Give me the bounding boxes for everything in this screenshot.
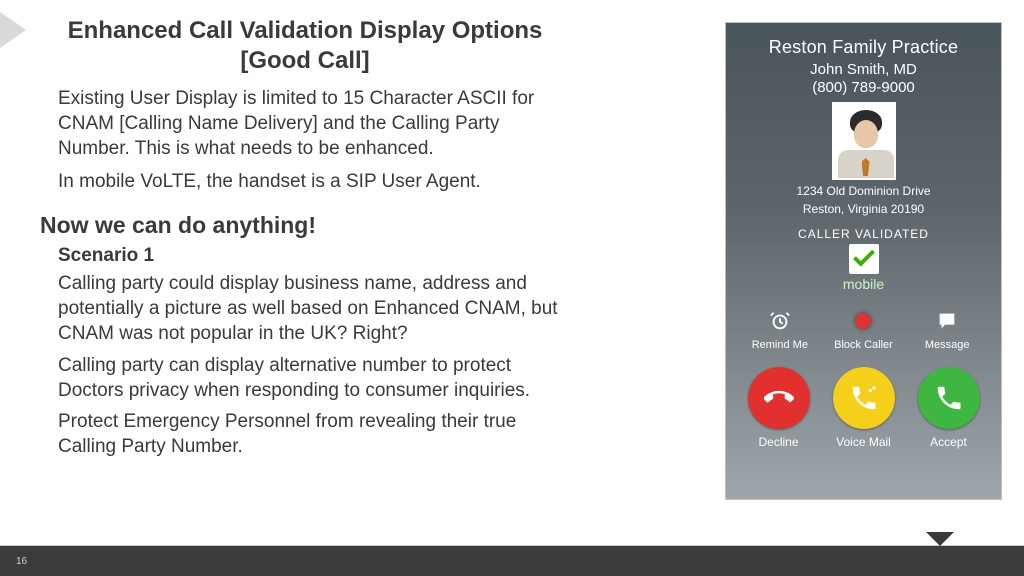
validated-check-icon — [849, 244, 879, 274]
remind-me-label: Remind Me — [745, 339, 815, 351]
caller-photo — [832, 102, 896, 180]
slide: Enhanced Call Validation Display Options… — [0, 0, 1024, 576]
voicemail-icon — [833, 367, 895, 429]
voicemail-button[interactable]: Voice Mail — [824, 367, 904, 449]
subheading: Now we can do anything! — [40, 212, 570, 239]
accept-icon — [918, 367, 980, 429]
alarm-clock-icon — [767, 308, 793, 334]
mobile-label: mobile — [726, 276, 1001, 292]
block-dot-icon — [850, 308, 876, 334]
message-button[interactable]: Message — [912, 308, 982, 351]
message-label: Message — [912, 339, 982, 351]
caller-address-line1: 1234 Old Dominion Drive — [726, 184, 1001, 200]
block-caller-label: Block Caller — [828, 339, 898, 351]
footer-pointer-icon — [926, 532, 954, 546]
caller-address-line2: Reston, Virginia 20190 — [726, 202, 1001, 218]
page-number: 16 — [16, 556, 27, 567]
voicemail-label: Voice Mail — [824, 435, 904, 449]
decline-button[interactable]: Decline — [739, 367, 819, 449]
intro-para-2: In mobile VoLTE, the handset is a SIP Us… — [40, 169, 570, 194]
body-para-2: Calling party can display alternative nu… — [40, 353, 570, 403]
block-caller-button[interactable]: Block Caller — [828, 308, 898, 351]
corner-arrow-decoration — [0, 12, 26, 48]
caller-business-name: Reston Family Practice — [726, 37, 1001, 58]
decline-label: Decline — [739, 435, 819, 449]
caller-person-name: John Smith, MD — [726, 61, 1001, 78]
message-bubble-icon — [934, 308, 960, 334]
intro-para-1: Existing User Display is limited to 15 C… — [40, 86, 570, 161]
body-para-1: Calling party could display business nam… — [40, 271, 570, 346]
accept-label: Accept — [909, 435, 989, 449]
footer-bar: 16 — [0, 546, 1024, 576]
slide-title: Enhanced Call Validation Display Options… — [40, 16, 570, 76]
phone-mockup: Reston Family Practice John Smith, MD (8… — [725, 22, 1002, 500]
big-action-row: Decline Voice Mail Accept — [736, 367, 991, 449]
remind-me-button[interactable]: Remind Me — [745, 308, 815, 351]
text-column: Enhanced Call Validation Display Options… — [40, 16, 570, 465]
scenario-label: Scenario 1 — [40, 245, 570, 267]
accept-button[interactable]: Accept — [909, 367, 989, 449]
body-para-3: Protect Emergency Personnel from reveali… — [40, 409, 570, 459]
caller-number: (800) 789-9000 — [726, 79, 1001, 96]
decline-icon — [748, 367, 810, 429]
caller-validated-label: CALLER VALIDATED — [726, 227, 1001, 241]
small-action-row: Remind Me Block Caller Message — [738, 308, 989, 351]
